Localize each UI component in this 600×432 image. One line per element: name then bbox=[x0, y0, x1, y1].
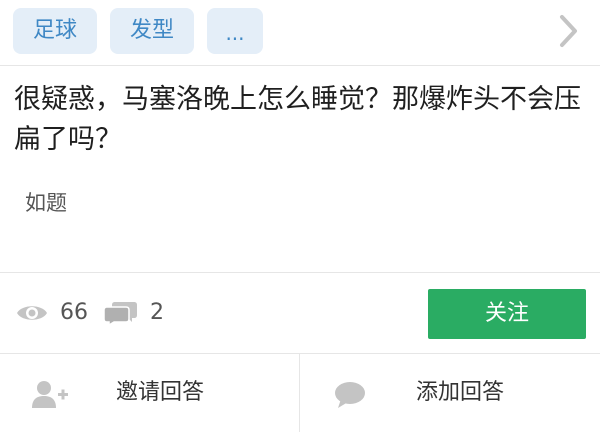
action-separator bbox=[299, 354, 300, 432]
action-bar: 邀请回答 添加回答 bbox=[0, 354, 600, 432]
question-title: 很疑惑，马塞洛晚上怎么睡觉？那爆炸头不会压扁了吗？ bbox=[14, 84, 581, 155]
add-answer-label: 添加回答 bbox=[416, 380, 505, 405]
comment-icon bbox=[104, 302, 137, 326]
tag-football[interactable]: 足球 bbox=[13, 8, 97, 54]
add-answer-button[interactable]: 添加回答 bbox=[301, 354, 600, 432]
tag-bar: 足球 发型 ... bbox=[0, 0, 600, 66]
follow-button[interactable]: 关注 bbox=[428, 289, 586, 339]
invite-answer-label: 邀请回答 bbox=[116, 380, 205, 405]
eye-icon bbox=[17, 306, 47, 320]
speech-bubble-icon bbox=[335, 382, 365, 408]
stats-row: 66 2 关注 bbox=[0, 273, 600, 353]
tag-hairstyle[interactable]: 发型 bbox=[110, 8, 194, 54]
tag-more[interactable]: ... bbox=[207, 8, 263, 54]
question-body: 如题 bbox=[25, 191, 67, 215]
answer-count: 2 bbox=[150, 300, 164, 325]
view-count: 66 bbox=[60, 300, 88, 325]
invite-answer-button[interactable]: 邀请回答 bbox=[0, 354, 299, 432]
invite-user-icon bbox=[32, 381, 68, 408]
chevron-right-icon[interactable] bbox=[556, 13, 580, 49]
